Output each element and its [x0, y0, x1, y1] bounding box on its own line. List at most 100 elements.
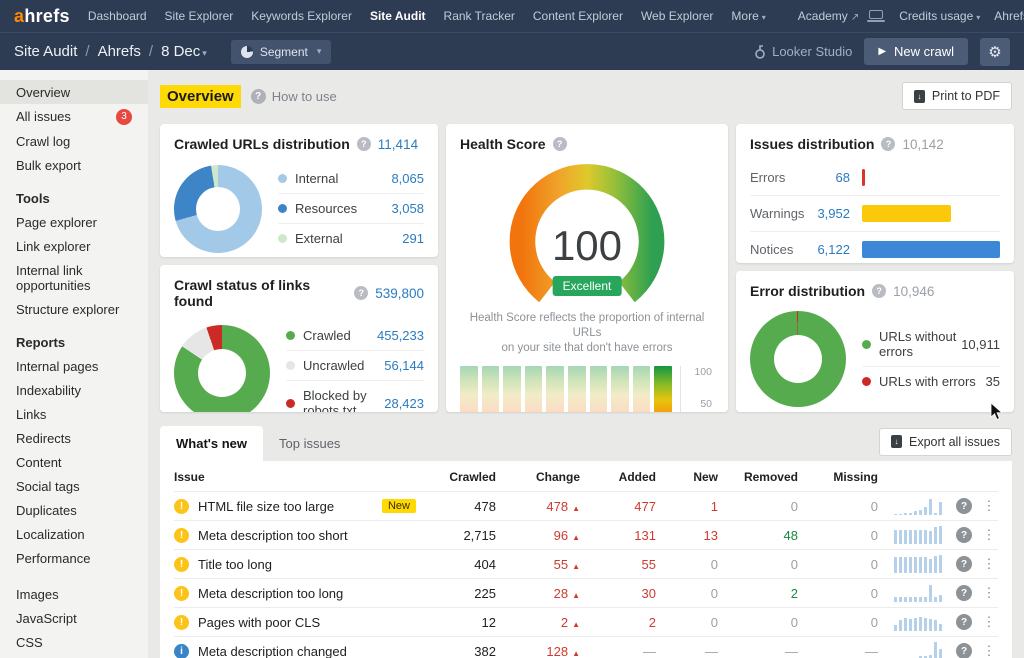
nav-item-dashboard[interactable]: Dashboard	[88, 9, 147, 23]
sidebar-item-label: Overview	[16, 85, 70, 100]
help-icon[interactable]: ?	[357, 137, 371, 151]
looker-studio-link[interactable]: Looker Studio	[754, 44, 852, 59]
issues-dist-row-notices[interactable]: Notices6,122	[750, 232, 1000, 263]
sidebar-item-indexability[interactable]: Indexability	[0, 378, 148, 402]
more-options-icon[interactable]: ⋮	[980, 643, 998, 658]
nav-item-more[interactable]: More▾	[731, 9, 765, 23]
how-to-use-link[interactable]: How to use	[272, 89, 337, 104]
sidebar-item-link-explorer[interactable]: Link explorer	[0, 234, 148, 258]
tab-whats-new[interactable]: What's new	[160, 426, 263, 461]
breadcrumb-crawl-date[interactable]: 8 Dec▾	[161, 43, 207, 60]
help-icon[interactable]: ?	[553, 137, 567, 151]
issue-name[interactable]: Title too long	[198, 557, 272, 572]
sidebar-item-internal-pages[interactable]: Internal pages	[0, 354, 148, 378]
sidebar-item-structure-explorer[interactable]: Structure explorer	[0, 297, 148, 321]
issue-row-title-too-long[interactable]: !Title too long40455▲55000?⋮	[174, 549, 998, 578]
issue-row-html-file-size-too-large[interactable]: !HTML file size too largeNew478478▲47710…	[174, 491, 998, 520]
legend-item-uncrawled[interactable]: Uncrawled56,144	[286, 351, 424, 381]
help-icon[interactable]: ?	[956, 498, 972, 514]
help-icon[interactable]: ?	[354, 286, 368, 300]
help-icon[interactable]: ?	[251, 89, 266, 104]
export-all-issues-button[interactable]: Export all issues	[879, 428, 1012, 456]
more-options-icon[interactable]: ⋮	[980, 527, 998, 543]
help-icon[interactable]: ?	[956, 643, 972, 658]
issue-name[interactable]: Meta description too long	[198, 586, 343, 601]
issue-name[interactable]: HTML file size too large	[198, 499, 334, 514]
more-options-icon[interactable]: ⋮	[980, 614, 998, 630]
more-options-icon[interactable]: ⋮	[980, 556, 998, 572]
sidebar-item-javascript[interactable]: JavaScript	[0, 606, 148, 630]
sidebar-item-bulk-export[interactable]: Bulk export	[0, 153, 148, 177]
sidebar-item-all-issues[interactable]: All issues3	[0, 104, 148, 129]
card-total[interactable]: 539,800	[375, 286, 424, 301]
legend-item-urls-with-errors[interactable]: URLs with errors35	[862, 367, 1000, 396]
enterprise-menu[interactable]: Ahrefs Enterprise▾	[994, 9, 1024, 23]
breadcrumb-project[interactable]: Ahrefs	[98, 43, 141, 60]
issue-name[interactable]: Pages with poor CLS	[198, 615, 320, 630]
more-options-icon[interactable]: ⋮	[980, 498, 998, 514]
warning-icon: !	[174, 528, 189, 543]
legend-item-urls-without-errors[interactable]: URLs without errors10,911	[862, 322, 1000, 367]
help-icon[interactable]: ?	[881, 137, 895, 151]
nav-item-web-explorer[interactable]: Web Explorer	[641, 9, 713, 23]
nav-item-keywords-explorer[interactable]: Keywords Explorer	[251, 9, 352, 23]
legend-item-blocked-by-robots-txt[interactable]: Blocked by robots.txt28,423	[286, 381, 424, 412]
sidebar-item-content[interactable]: Content	[0, 450, 148, 474]
sidebar-item-internal-link-opportunities[interactable]: Internal link opportunities	[0, 258, 148, 297]
nav-item-rank-tracker[interactable]: Rank Tracker	[444, 9, 515, 23]
sidebar-item-links[interactable]: Links	[0, 402, 148, 426]
sidebar-item-performance[interactable]: Performance	[0, 546, 148, 570]
nav-item-academy[interactable]: Academy↗	[798, 9, 859, 23]
issue-row-meta-description-changed[interactable]: iMeta description changed382128▲————?⋮	[174, 636, 998, 658]
crawled-value: 12	[430, 615, 496, 630]
sidebar-item-redirects[interactable]: Redirects	[0, 426, 148, 450]
help-icon[interactable]: ?	[956, 614, 972, 630]
issues-dist-row-errors[interactable]: Errors68	[750, 160, 1000, 196]
issue-row-pages-with-poor-cls[interactable]: !Pages with poor CLS122▲2000?⋮	[174, 607, 998, 636]
ahrefs-logo[interactable]: ahrefs	[14, 6, 70, 27]
card-total[interactable]: 11,414	[378, 137, 418, 152]
legend-item-crawled[interactable]: Crawled455,233	[286, 321, 424, 351]
legend-item-internal[interactable]: Internal8,065	[278, 164, 424, 194]
legend-item-resources[interactable]: Resources3,058	[278, 194, 424, 224]
segment-dropdown[interactable]: Segment▾	[231, 40, 332, 64]
issues-dist-value: 6,122	[814, 242, 862, 257]
issue-name[interactable]: Meta description too short	[198, 528, 348, 543]
nav-item-content-explorer[interactable]: Content Explorer	[533, 9, 623, 23]
nav-item-site-explorer[interactable]: Site Explorer	[165, 9, 234, 23]
col-issue[interactable]: Issue	[174, 470, 430, 484]
print-to-pdf-button[interactable]: Print to PDF	[902, 82, 1012, 110]
nav-item-site-audit[interactable]: Site Audit	[370, 9, 426, 23]
issue-row-meta-description-too-long[interactable]: !Meta description too long22528▲30020?⋮	[174, 578, 998, 607]
col-new[interactable]: New	[656, 470, 718, 484]
legend-value: 3,058	[391, 201, 424, 216]
help-icon[interactable]: ?	[956, 556, 972, 572]
tab-top-issues[interactable]: Top issues	[263, 426, 356, 461]
sidebar-item-images[interactable]: Images	[0, 582, 148, 606]
sidebar-item-duplicates[interactable]: Duplicates	[0, 498, 148, 522]
issue-row-meta-description-too-short[interactable]: !Meta description too short2,71596▲13113…	[174, 520, 998, 549]
breadcrumb-site-audit[interactable]: Site Audit	[14, 43, 77, 60]
col-removed[interactable]: Removed	[718, 470, 798, 484]
device-icon[interactable]	[867, 10, 885, 22]
issues-dist-row-warnings[interactable]: Warnings3,952	[750, 196, 1000, 232]
col-change[interactable]: Change	[496, 470, 580, 484]
sidebar-item-localization[interactable]: Localization	[0, 522, 148, 546]
more-options-icon[interactable]: ⋮	[980, 585, 998, 601]
col-missing[interactable]: Missing	[798, 470, 878, 484]
col-crawled[interactable]: Crawled	[430, 470, 496, 484]
credits-usage-menu[interactable]: Credits usage▾	[899, 9, 980, 23]
sidebar-item-page-explorer[interactable]: Page explorer	[0, 210, 148, 234]
sidebar-item-css[interactable]: CSS	[0, 630, 148, 654]
col-added[interactable]: Added	[580, 470, 656, 484]
settings-button[interactable]: ⚙	[980, 38, 1010, 66]
sidebar-item-overview[interactable]: Overview	[0, 80, 148, 104]
sidebar-item-social-tags[interactable]: Social tags	[0, 474, 148, 498]
legend-item-external[interactable]: External291	[278, 224, 424, 253]
sidebar-item-crawl-log[interactable]: Crawl log	[0, 129, 148, 153]
help-icon[interactable]: ?	[956, 527, 972, 543]
help-icon[interactable]: ?	[956, 585, 972, 601]
help-icon[interactable]: ?	[872, 284, 886, 298]
new-crawl-button[interactable]: ▶New crawl	[864, 38, 968, 65]
issue-name[interactable]: Meta description changed	[198, 644, 347, 658]
